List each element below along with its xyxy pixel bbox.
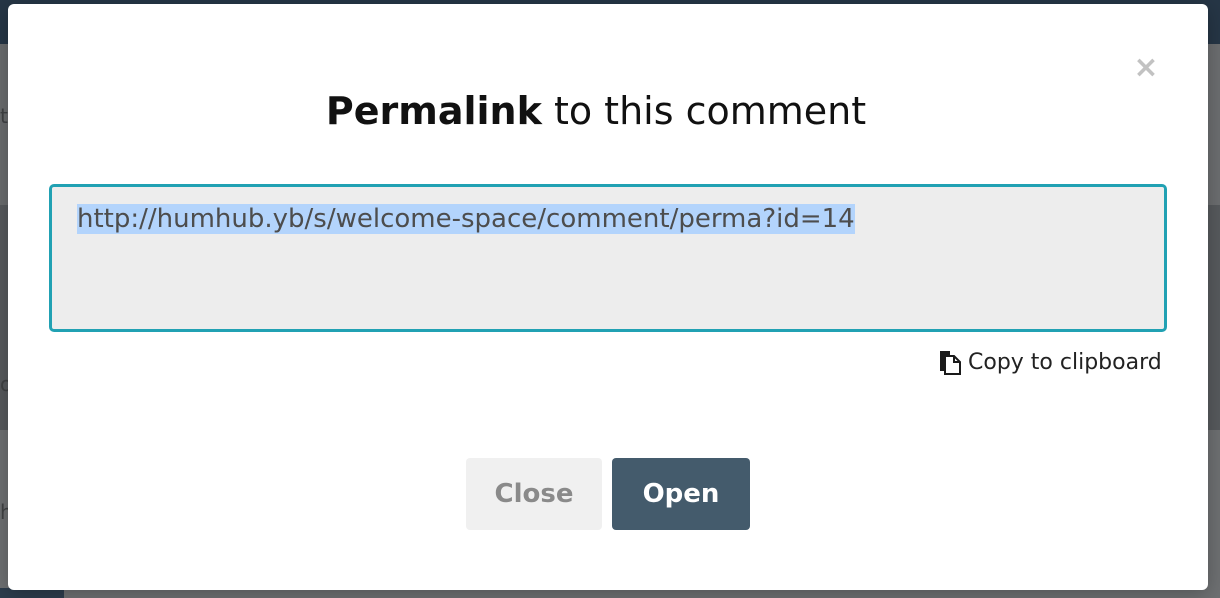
close-button[interactable]: Close xyxy=(466,458,602,530)
background-text-fragment: h xyxy=(0,500,8,524)
background-text-fragment: ts xyxy=(0,104,8,128)
copy-label: Copy to clipboard xyxy=(968,349,1162,375)
modal-title: Permalink to this comment xyxy=(8,88,1184,134)
copy-to-clipboard-link[interactable]: Copy to clipboard xyxy=(938,345,1162,379)
clipboard-icon xyxy=(938,349,962,375)
open-button[interactable]: Open xyxy=(612,458,750,530)
permalink-textarea[interactable]: http://humhub.yb/s/welcome-space/comment… xyxy=(49,184,1167,332)
permalink-value: http://humhub.yb/s/welcome-space/comment… xyxy=(77,204,855,234)
background-text-fragment: o xyxy=(0,372,8,396)
permalink-modal: × Permalink to this comment http://humhu… xyxy=(8,4,1208,590)
close-icon[interactable]: × xyxy=(1132,53,1160,83)
modal-title-bold: Permalink xyxy=(325,89,542,133)
modal-title-rest: to this comment xyxy=(541,89,867,133)
